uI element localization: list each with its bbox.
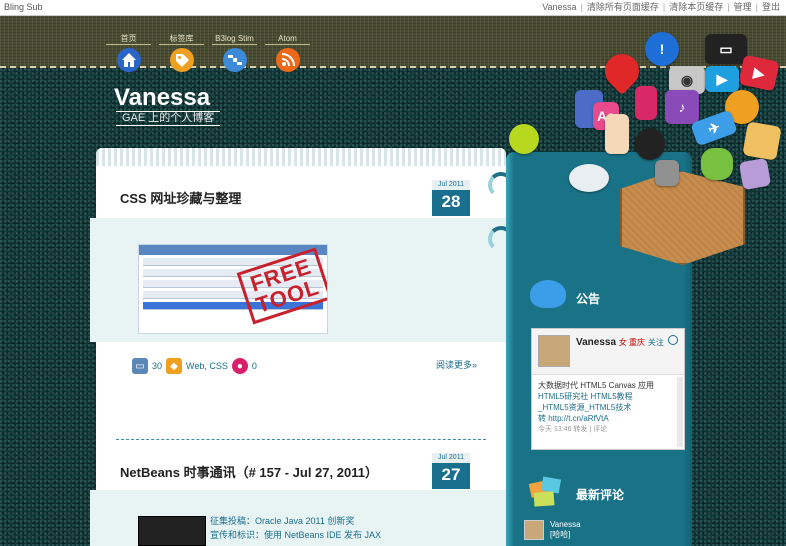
admin-link-clear-page-cache[interactable]: 清除本页缓存: [669, 0, 723, 15]
nav-label: B3log Stim: [212, 34, 257, 45]
twitter-bird-icon: [530, 280, 566, 308]
post-excerpt: 征集投稿：Oracle Java 2011 创新奖 宣传和标识：使用 NetBe…: [90, 490, 506, 546]
home-icon[interactable]: [116, 48, 141, 72]
comment-author[interactable]: Vanessa: [550, 520, 581, 530]
post-thumbnail[interactable]: [138, 516, 206, 546]
headphones-icon: ♪: [665, 90, 699, 124]
date-day: 28: [441, 192, 461, 211]
date-day: 27: [441, 465, 461, 484]
separator: |: [580, 2, 583, 12]
tag-ribbon-icon: ▶: [738, 54, 780, 92]
post-title[interactable]: CSS 网址珍藏与整理: [120, 188, 241, 207]
android-icon: [701, 148, 733, 180]
date-badge: Jul 2011 28: [432, 180, 470, 216]
play-icon: ▶: [705, 66, 739, 92]
comment-icon: ●: [231, 358, 248, 374]
blog-subtitle: GAE 上的个人博客: [116, 111, 221, 126]
admin-link-user[interactable]: Vanessa: [542, 0, 576, 15]
view-count: 30: [152, 361, 163, 371]
satellite-icon[interactable]: [222, 48, 247, 72]
webcam-icon: [635, 128, 665, 160]
cloud-icon: [569, 164, 609, 192]
excerpt-line[interactable]: 宣传和标识：使用 NetBeans IDE 发布 JAX: [210, 528, 381, 542]
comment-count[interactable]: 0: [252, 361, 257, 371]
date-month: Jul 2011: [432, 453, 470, 463]
admin-bar: Bling Sub Vanessa | 清除所有页面缓存 | 清除本页缓存 | …: [0, 0, 786, 16]
weibo-scrollbar[interactable]: [677, 377, 683, 447]
nav-label: 标签库: [159, 34, 204, 45]
main-nav: 首页 标签库 B3log Stim Atom: [106, 34, 310, 72]
post-title[interactable]: NetBeans 时事通讯（# 157 - Jul 27, 2011）: [120, 462, 378, 481]
tag-icon[interactable]: [169, 48, 194, 72]
weibo-logo-icon[interactable]: [668, 335, 678, 345]
weibo-line[interactable]: HTML5研究社 HTML5教程: [538, 391, 678, 402]
robot-icon: [655, 160, 679, 186]
weibo-line[interactable]: _HTML5资源_HTML5技术: [538, 402, 678, 413]
weibo-footer: 今天 13:46 转发 | 评论: [538, 426, 608, 433]
nav-item-b3log-stim[interactable]: B3log Stim: [212, 34, 257, 72]
nav-label: 首页: [106, 34, 151, 45]
weibo-line[interactable]: 转 http://t.cn/aRfVtA: [538, 413, 678, 424]
main-content: CSS 网址珍藏与整理 Jul 2011 28 FREE TOOL ▭ 30 ◆ …: [90, 148, 514, 546]
comments-icon: [528, 476, 564, 510]
separator: |: [755, 2, 758, 12]
mp3-player-icon: [635, 86, 657, 120]
post-divider: [116, 439, 486, 440]
patches-icon: [738, 157, 772, 191]
excerpt-line[interactable]: 征集投稿：Oracle Java 2011 创新奖: [210, 514, 381, 528]
folder-icon: ▭: [132, 358, 148, 374]
post-meta: ▭ 30 ◆ Web, CSS ● 0: [132, 358, 257, 374]
post-tags[interactable]: Web, CSS: [186, 361, 228, 371]
date-month: Jul 2011: [432, 180, 470, 190]
comment-text[interactable]: [哈哈]: [550, 530, 581, 540]
avatar[interactable]: [538, 335, 570, 367]
date-badge: Jul 2011 27: [432, 453, 470, 489]
weibo-user-tag: 女 重庆: [618, 338, 646, 347]
post-excerpt: FREE TOOL: [90, 218, 506, 342]
separator: |: [662, 2, 666, 12]
post-thumbnail[interactable]: FREE TOOL: [138, 244, 328, 334]
recent-comments-heading: 最新评论: [576, 488, 625, 502]
weibo-follow-link[interactable]: 关注: [648, 338, 664, 347]
admin-link-manage[interactable]: 管理: [734, 0, 752, 15]
weibo-feed: 大数据时代 HTML5 Canvas 应用 HTML5研究社 HTML5教程 _…: [532, 375, 684, 440]
sticker-cluster: ! ▭ ▶ ◉ ▶ Aa ♪ ✈: [509, 20, 786, 270]
admin-link-clear-all-cache[interactable]: 清除所有页面缓存: [587, 0, 659, 15]
site-name[interactable]: Bling Sub: [4, 0, 43, 15]
nav-item-atom[interactable]: Atom: [265, 34, 310, 72]
weibo-widget: Vanessa 女 重庆 关注 大数据时代 HTML5 Canvas 应用 HT…: [531, 328, 685, 450]
announcement-heading: 公告: [576, 292, 601, 306]
girl-figure-icon: [605, 114, 629, 154]
weibo-line: 大数据时代 HTML5 Canvas 应用: [538, 381, 655, 390]
separator: |: [727, 2, 730, 12]
tag-icon: ◆: [166, 358, 183, 374]
info-bubble-icon: !: [645, 32, 679, 66]
cardboard-box-icon: [620, 170, 745, 265]
comment-item: Vanessa [哈哈]: [524, 520, 581, 540]
rss-icon[interactable]: [275, 48, 300, 72]
weibo-username[interactable]: Vanessa: [576, 337, 616, 348]
cd-icon: [509, 124, 539, 154]
admin-links: Vanessa | 清除所有页面缓存 | 清除本页缓存 | 管理 | 登出: [542, 0, 780, 15]
nav-item-home[interactable]: 首页: [106, 34, 151, 72]
admin-link-logout[interactable]: 登出: [762, 0, 780, 15]
weibo-user: Vanessa 女 重庆 关注: [576, 337, 664, 348]
avatar[interactable]: [524, 520, 544, 540]
read-more-link[interactable]: 阅读更多»: [436, 358, 477, 371]
sticky-notes-icon: [742, 121, 782, 161]
nav-label: Atom: [265, 34, 310, 45]
post-excerpt-text: 征集投稿：Oracle Java 2011 创新奖 宣传和标识：使用 NetBe…: [210, 514, 381, 542]
clapper-icon: ▭: [705, 34, 747, 64]
blog-title[interactable]: Vanessa: [114, 84, 210, 112]
nav-item-tags[interactable]: 标签库: [159, 34, 204, 72]
